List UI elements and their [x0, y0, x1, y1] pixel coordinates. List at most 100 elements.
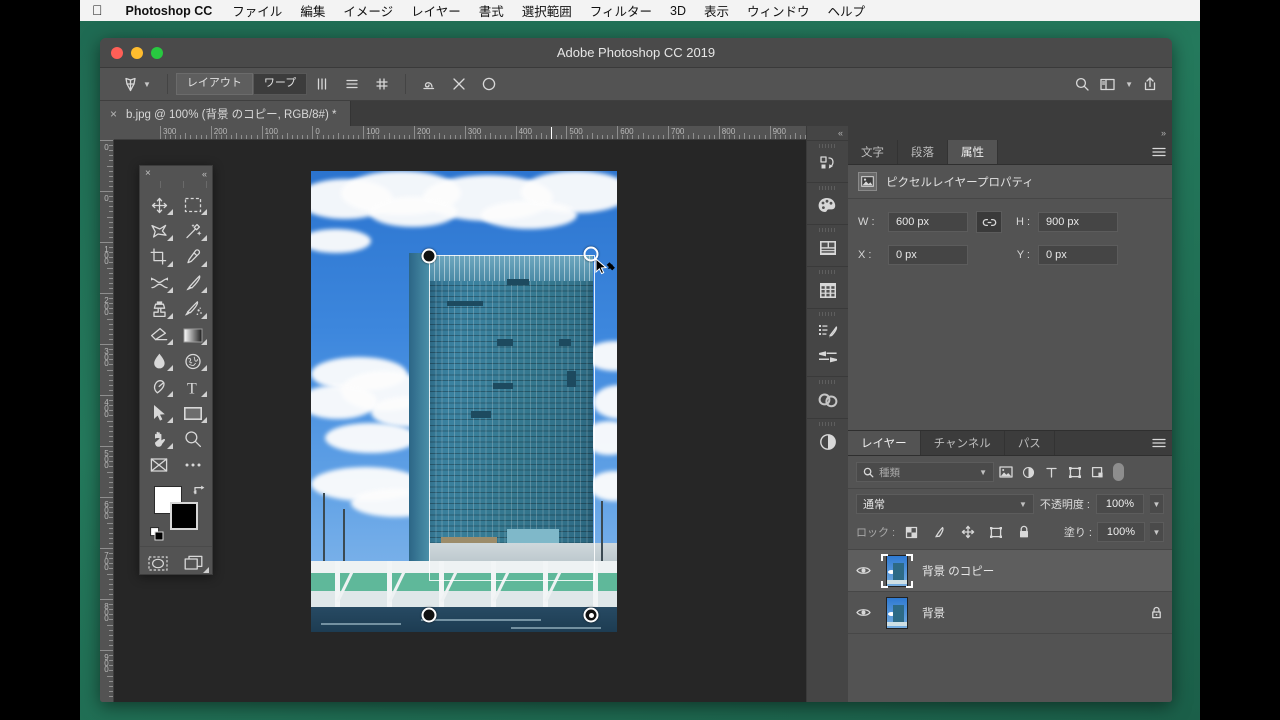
- smart-object-filter-icon[interactable]: [1086, 462, 1109, 482]
- chevron-down-icon[interactable]: ▼: [1019, 500, 1027, 509]
- width-input[interactable]: 600 px: [888, 212, 968, 232]
- panel-grip[interactable]: [818, 186, 837, 190]
- crop-tool-icon[interactable]: [142, 244, 176, 270]
- sponge-tool-icon[interactable]: [176, 348, 210, 374]
- lock-position-icon[interactable]: [956, 522, 979, 542]
- panel-grip[interactable]: [818, 144, 837, 148]
- vertical-ruler[interactable]: 0 0 100 200 300 400 500 600 700 800 900: [100, 140, 114, 702]
- libraries-panel-icon[interactable]: [814, 235, 842, 261]
- lock-transparent-icon[interactable]: [900, 522, 923, 542]
- cancel-icon[interactable]: [444, 73, 474, 95]
- pin-bottom-left[interactable]: [421, 607, 437, 623]
- chevron-down-icon[interactable]: ▼: [979, 468, 987, 477]
- rectangular-marquee-icon[interactable]: [176, 192, 210, 218]
- commit-icon[interactable]: [474, 73, 504, 95]
- image-filter-icon[interactable]: [994, 462, 1017, 482]
- more-tools-icon[interactable]: [176, 452, 210, 478]
- filter-toggle-icon[interactable]: [1113, 463, 1124, 481]
- tab-paths[interactable]: パス: [1004, 431, 1055, 455]
- quick-mask-icon[interactable]: [140, 550, 176, 576]
- type-tool-icon[interactable]: T: [176, 374, 210, 400]
- move-tool-icon[interactable]: [142, 192, 176, 218]
- brush-presets-icon[interactable]: [814, 345, 842, 371]
- eraser-tool-icon[interactable]: [142, 322, 176, 348]
- undo-icon[interactable]: [414, 73, 444, 95]
- creative-cloud-icon[interactable]: [814, 387, 842, 413]
- magic-wand-icon[interactable]: [176, 218, 210, 244]
- layer-thumbnail-selected[interactable]: [881, 553, 913, 588]
- link-icon[interactable]: [976, 211, 1002, 233]
- history-icon[interactable]: [814, 151, 842, 177]
- pin-bottom-right[interactable]: [583, 607, 599, 623]
- eye-icon[interactable]: [854, 565, 872, 576]
- double-chevron-left-icon[interactable]: «: [202, 169, 207, 179]
- history-brush-icon[interactable]: [176, 296, 210, 322]
- menu-item-filter[interactable]: フィルター: [581, 1, 661, 20]
- opacity-stepper-icon[interactable]: ▼: [1150, 494, 1164, 514]
- layer-name[interactable]: 背景: [922, 605, 945, 621]
- share-icon[interactable]: [1142, 76, 1158, 92]
- tab-character[interactable]: 文字: [848, 140, 898, 164]
- tab-channels[interactable]: チャンネル: [920, 431, 1005, 455]
- default-colors-icon[interactable]: [150, 527, 164, 541]
- split-horizontal-icon[interactable]: [337, 73, 367, 95]
- panel-grip[interactable]: [818, 270, 837, 274]
- menu-item-type[interactable]: 書式: [470, 1, 513, 20]
- menu-item-layer[interactable]: レイヤー: [402, 1, 470, 20]
- hamburger-menu-icon[interactable]: [1146, 140, 1172, 164]
- menu-item-3d[interactable]: 3D: [661, 4, 695, 18]
- layer-name[interactable]: 背景 のコピー: [922, 563, 994, 579]
- eye-icon[interactable]: [854, 607, 872, 618]
- search-icon[interactable]: [1074, 76, 1090, 92]
- y-input[interactable]: 0 px: [1038, 245, 1118, 265]
- zoom-tool-icon[interactable]: [176, 426, 210, 452]
- lock-all-icon[interactable]: [1012, 522, 1035, 542]
- lasso-tool-icon[interactable]: [142, 218, 176, 244]
- split-vertical-icon[interactable]: [307, 73, 337, 95]
- minimize-window-button[interactable]: [131, 46, 143, 59]
- menu-item-view[interactable]: 表示: [695, 1, 738, 20]
- pin-top-left[interactable]: [421, 248, 437, 264]
- blend-mode-select[interactable]: 通常 ▼: [856, 494, 1034, 514]
- layer-filter-type-select[interactable]: 種類 ▼: [856, 462, 994, 482]
- panel-grip[interactable]: [818, 312, 837, 316]
- lock-artboard-icon[interactable]: [984, 522, 1007, 542]
- path-selection-icon[interactable]: [142, 400, 176, 426]
- swap-colors-icon[interactable]: [193, 484, 206, 496]
- pen-tool-icon[interactable]: [142, 374, 176, 400]
- close-window-button[interactable]: [111, 46, 123, 59]
- table-row[interactable]: 背景: [848, 592, 1172, 634]
- apple-logo-icon[interactable]: : [84, 3, 115, 19]
- table-row[interactable]: 背景 のコピー: [848, 550, 1172, 592]
- rectangle-shape-icon[interactable]: [176, 400, 210, 426]
- lock-icon[interactable]: [1151, 606, 1162, 619]
- healing-brush-icon[interactable]: [142, 270, 176, 296]
- tab-paragraph[interactable]: 段落: [898, 140, 948, 164]
- panel-grip[interactable]: [140, 181, 212, 188]
- layer-thumbnail-box[interactable]: [881, 596, 913, 630]
- hamburger-menu-icon[interactable]: [1146, 431, 1172, 455]
- blur-tool-icon[interactable]: [142, 348, 176, 374]
- eyedropper-icon[interactable]: [176, 244, 210, 270]
- menu-item-edit[interactable]: 編集: [291, 1, 334, 20]
- brush-settings-icon[interactable]: [814, 319, 842, 345]
- lock-image-icon[interactable]: [928, 522, 951, 542]
- layout-mode-button[interactable]: レイアウト: [175, 73, 253, 95]
- chevron-down-icon[interactable]: ▼: [1125, 80, 1133, 89]
- close-icon[interactable]: ×: [145, 168, 151, 179]
- maximize-window-button[interactable]: [151, 46, 163, 59]
- menu-item-window[interactable]: ウィンドウ: [738, 1, 819, 20]
- menu-app-name[interactable]: Photoshop CC: [115, 4, 224, 18]
- horizontal-ruler[interactable]: 300 200 100 0 100 200 300 400 500 600 700 800 900: [114, 126, 806, 140]
- document-tab[interactable]: × b.jpg @ 100% (背景 のコピー, RGB/8#) *: [100, 101, 352, 126]
- menu-item-help[interactable]: ヘルプ: [819, 1, 875, 20]
- grid-icon[interactable]: [367, 73, 397, 95]
- warp-mode-button[interactable]: ワープ: [252, 73, 308, 95]
- double-chevron-right-icon[interactable]: »: [848, 126, 1172, 140]
- double-chevron-left-icon[interactable]: «: [807, 126, 848, 140]
- active-tool-preset[interactable]: ▼: [110, 76, 159, 93]
- panel-grip[interactable]: [818, 228, 837, 232]
- adjustments-icon[interactable]: [814, 429, 842, 455]
- canvas[interactable]: [114, 140, 806, 702]
- clone-stamp-icon[interactable]: [142, 296, 176, 322]
